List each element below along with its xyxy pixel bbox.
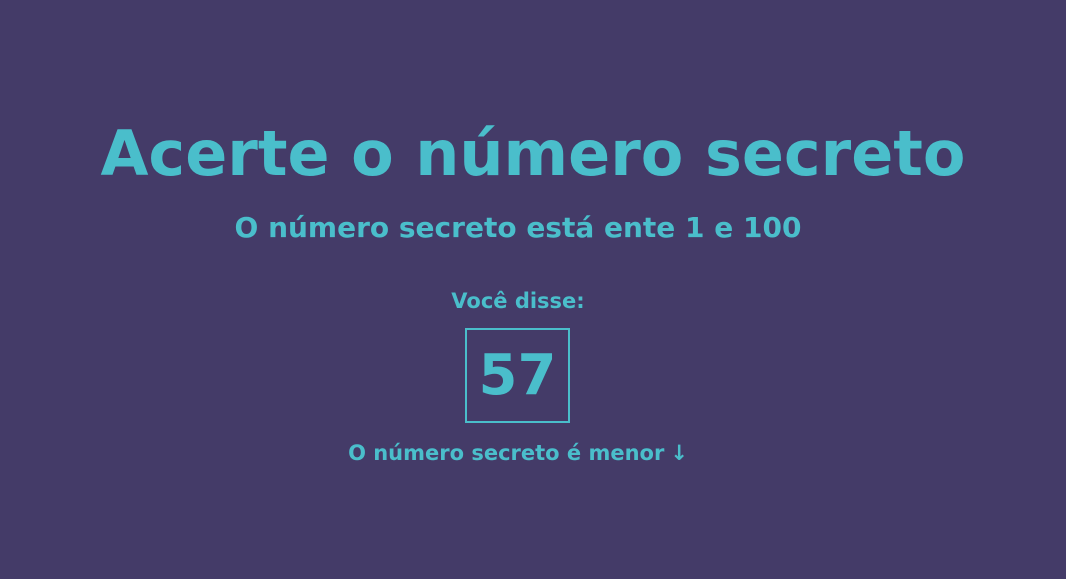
guess-display-box: 57 xyxy=(465,328,570,423)
you-said-label: Você disse: xyxy=(451,289,585,313)
page-title: Acerte o número secreto xyxy=(100,117,966,190)
guess-value: 57 xyxy=(478,342,557,408)
subtitle: O número secreto está ente 1 e 100 xyxy=(234,211,802,244)
arrow-down-icon: ↓ xyxy=(670,441,688,465)
hint-message: O número secreto é menor ↓ xyxy=(0,438,1036,468)
hint-text: O número secreto é menor xyxy=(348,441,665,465)
